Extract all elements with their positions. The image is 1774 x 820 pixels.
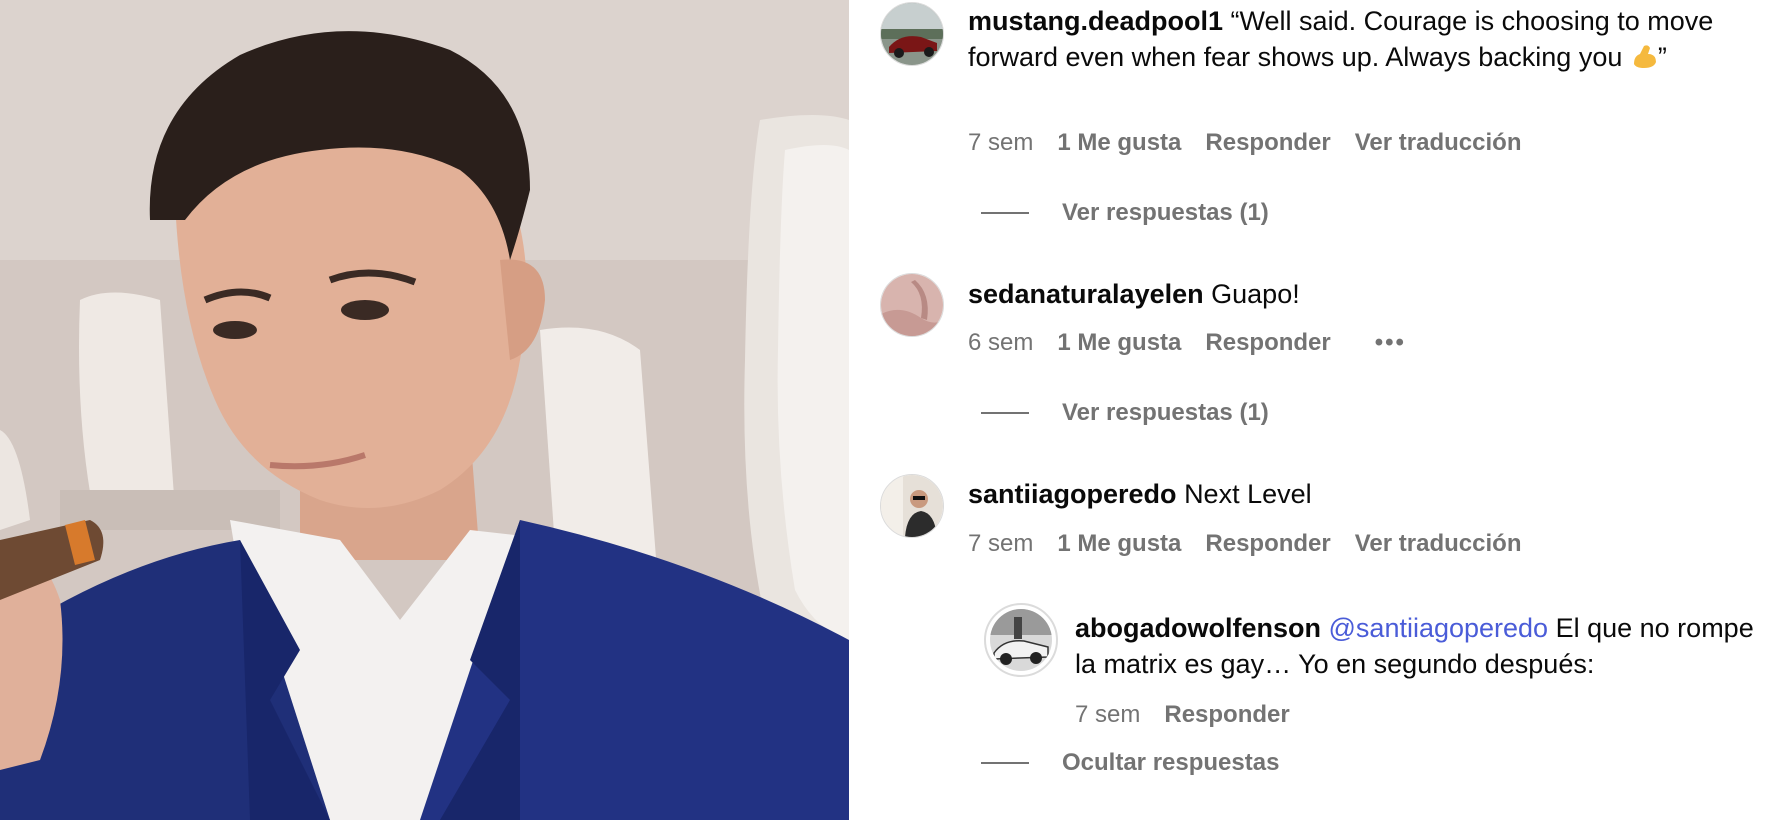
reply-body: abogadowolfenson @santiiagoperedo El que… bbox=[1075, 610, 1765, 682]
comment-username[interactable]: santiiagoperedo bbox=[968, 479, 1177, 509]
post-photo bbox=[0, 0, 849, 820]
avatar-image-car-bw bbox=[990, 609, 1052, 671]
avatar-image-silk bbox=[881, 274, 943, 336]
comment-time[interactable]: 6 sem bbox=[968, 328, 1033, 358]
avatar-image-car bbox=[881, 3, 943, 65]
thread-line bbox=[981, 762, 1029, 764]
comment-text: Next Level bbox=[1184, 479, 1312, 509]
thread-line bbox=[981, 412, 1029, 414]
reply-button[interactable]: Responder bbox=[1205, 529, 1330, 559]
comment-body: mustang.deadpool1 “Well said. Courage is… bbox=[968, 3, 1768, 75]
likes-count[interactable]: 1 Me gusta bbox=[1057, 529, 1181, 559]
comment-body: sedanaturalayelen Guapo! bbox=[968, 276, 1768, 312]
likes-count[interactable]: 1 Me gusta bbox=[1057, 128, 1181, 158]
view-replies-label: Ver respuestas (1) bbox=[1062, 399, 1269, 426]
see-translation-button[interactable]: Ver traducción bbox=[1355, 529, 1522, 559]
comment-username[interactable]: sedanaturalayelen bbox=[968, 279, 1204, 309]
hide-replies-button[interactable]: Ocultar respuestas bbox=[981, 748, 1279, 778]
comment-meta: 7 sem 1 Me gusta Responder Ver traducció… bbox=[968, 529, 1545, 559]
view-replies-button[interactable]: Ver respuestas (1) bbox=[981, 398, 1269, 428]
reply-time[interactable]: 7 sem bbox=[1075, 700, 1140, 730]
avatar-image-person bbox=[881, 475, 943, 537]
hide-replies-label: Ocultar respuestas bbox=[1062, 749, 1280, 776]
avatar-mustang[interactable] bbox=[880, 2, 944, 66]
reply-button[interactable]: Responder bbox=[1205, 328, 1330, 358]
comments-panel: mustang.deadpool1 “Well said. Courage is… bbox=[849, 0, 1774, 820]
reply-meta: 7 sem Responder bbox=[1075, 700, 1314, 730]
comment-text: Guapo! bbox=[1211, 279, 1300, 309]
reply-mention-link[interactable]: @santiiagoperedo bbox=[1329, 613, 1549, 643]
reply-button[interactable]: Responder bbox=[1164, 700, 1289, 730]
view-replies-label: Ver respuestas (1) bbox=[1062, 199, 1269, 226]
comment-text-end: ” bbox=[1657, 42, 1667, 72]
comment-meta: 7 sem 1 Me gusta Responder Ver traducció… bbox=[968, 128, 1545, 158]
avatar-sedanaturalayelen[interactable] bbox=[880, 273, 944, 337]
avatar-santiiagoperedo[interactable] bbox=[880, 474, 944, 538]
see-translation-button[interactable]: Ver traducción bbox=[1355, 128, 1522, 158]
reply-button[interactable]: Responder bbox=[1205, 128, 1330, 158]
comment-time[interactable]: 7 sem bbox=[968, 128, 1033, 158]
comment-username[interactable]: mustang.deadpool1 bbox=[968, 6, 1223, 36]
comment-meta: 6 sem 1 Me gusta Responder ••• bbox=[968, 328, 1406, 358]
avatar-abogadowolfenson[interactable] bbox=[984, 603, 1058, 677]
avatar-inner bbox=[990, 609, 1052, 671]
reply-username[interactable]: abogadowolfenson bbox=[1075, 613, 1321, 643]
likes-count[interactable]: 1 Me gusta bbox=[1057, 328, 1181, 358]
flexed-biceps-icon bbox=[1633, 45, 1656, 68]
thread-line bbox=[981, 212, 1029, 214]
comment-body: santiiagoperedo Next Level bbox=[968, 476, 1768, 512]
view-replies-button[interactable]: Ver respuestas (1) bbox=[981, 198, 1269, 228]
comment-time[interactable]: 7 sem bbox=[968, 529, 1033, 559]
more-options-icon[interactable]: ••• bbox=[1375, 328, 1406, 358]
post-photo-illustration bbox=[0, 0, 849, 820]
